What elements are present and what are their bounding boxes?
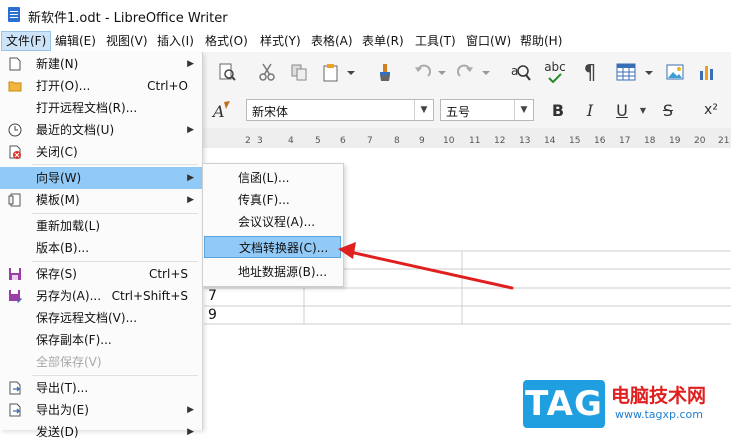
watermark-url: www.tagxp.com (615, 408, 703, 421)
watermark-title: 电脑技术网 (611, 385, 707, 407)
watermark: TAG 电脑技术网 www.tagxp.com (523, 378, 731, 430)
annotation-arrow (338, 242, 514, 290)
watermark-tag-logo: TAG (523, 380, 605, 428)
